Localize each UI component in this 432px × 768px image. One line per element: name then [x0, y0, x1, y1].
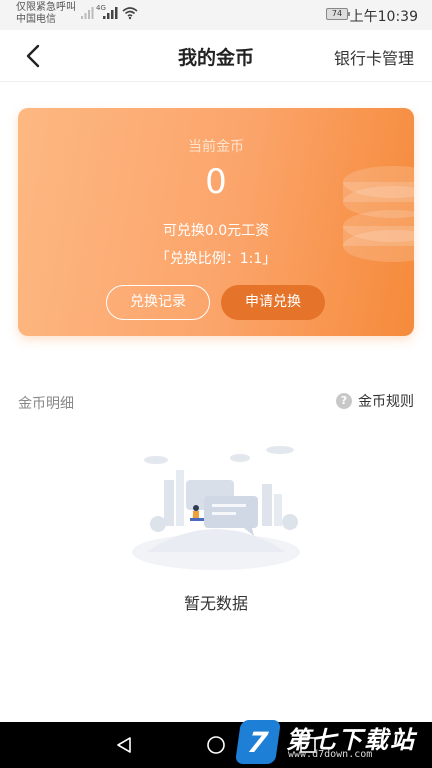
watermark-url: www.d7down.com: [288, 749, 373, 760]
coin-details-title: 金币明细: [18, 396, 74, 412]
empty-state-illustration: [132, 446, 300, 570]
coin-rules-label: 金币规则: [358, 394, 414, 410]
exchange-ratio-text: 「兑换比例：1:1」: [155, 251, 277, 267]
back-triangle-icon[interactable]: [114, 735, 134, 755]
current-coins-label: 当前金币: [188, 139, 244, 155]
signal-icon-2: [103, 7, 118, 19]
app-header: 我的金币 银行卡管理: [0, 30, 432, 82]
bank-card-management-link[interactable]: 银行卡管理: [334, 45, 414, 69]
carrier-line-2: 中国电信: [16, 14, 56, 25]
status-time: 上午10:39: [349, 9, 418, 25]
signal-icon: [81, 7, 94, 19]
battery-indicator: 74: [326, 8, 350, 20]
exchange-amount-text: 可兑换0.0元工资: [162, 223, 270, 239]
status-bar: 仅限紧急呼叫 中国电信 4G 74 上午10:39: [0, 0, 432, 30]
exchange-records-button[interactable]: 兑换记录: [106, 285, 210, 320]
coin-balance-value: 0: [205, 162, 227, 202]
carrier-line-1: 仅限紧急呼叫: [16, 2, 76, 13]
coin-balance-card: 当前金币 0 可兑换0.0元工资 「兑换比例：1:1」 兑换记录 申请兑换: [18, 108, 414, 336]
wifi-icon: [122, 7, 138, 20]
carrier-info: 仅限紧急呼叫 中国电信: [16, 2, 76, 26]
empty-state-text: 暂无数据: [183, 594, 248, 613]
site-watermark: 7 第七下载站 www.d7down.com: [234, 718, 432, 768]
coin-rules-link[interactable]: ? 金币规则: [336, 391, 414, 411]
apply-exchange-button[interactable]: 申请兑换: [221, 285, 325, 320]
home-circle-icon[interactable]: [206, 735, 226, 755]
question-circle-icon: ?: [336, 393, 352, 409]
watermark-logo: 7: [234, 720, 282, 764]
